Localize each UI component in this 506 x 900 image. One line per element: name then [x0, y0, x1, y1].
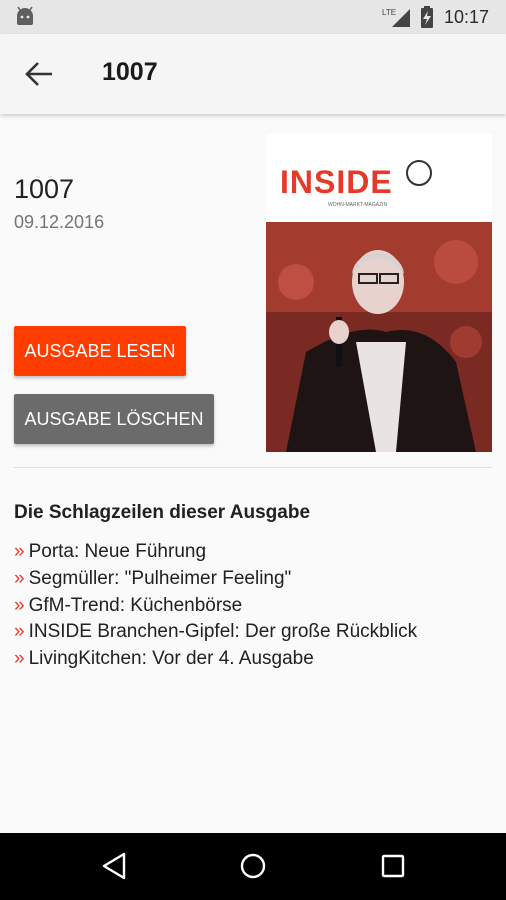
recents-square-icon[interactable]: [378, 851, 408, 881]
arrow-left-icon[interactable]: [24, 60, 54, 88]
bullet-icon: »: [14, 648, 25, 670]
network-label: LTE: [382, 8, 396, 17]
list-item: » GfM-Trend: Küchenbörse: [14, 593, 417, 620]
list-item: » LivingKitchen: Vor der 4. Ausgabe: [14, 646, 417, 673]
delete-issue-button[interactable]: AUSGABE LÖSCHEN: [14, 394, 214, 444]
bullet-icon: »: [14, 621, 25, 643]
cover-subtitle: WOHN-MARKT-MAGAZIN: [328, 202, 388, 208]
list-item: » Porta: Neue Führung: [14, 539, 417, 566]
issue-cover-image[interactable]: INSIDE WOHN-MARKT-MAGAZIN: [266, 134, 492, 452]
list-item: » Segmüller: "Pulheimer Feeling": [14, 566, 417, 593]
battery-charging-icon: [421, 6, 433, 28]
app-bar: 1007: [0, 34, 506, 114]
headline-text: LivingKitchen: Vor der 4. Ausgabe: [28, 648, 314, 670]
headline-text: Porta: Neue Führung: [28, 541, 207, 562]
status-time: 10:17: [444, 7, 490, 27]
issue-title: 1007: [14, 174, 75, 204]
status-bar: LTE 10:17: [0, 0, 506, 34]
headline-text: Segmüller: "Pulheimer Feeling": [28, 567, 292, 589]
headline-text: INSIDE Branchen-Gipfel: Der große Rückbl…: [28, 621, 418, 643]
home-circle-icon[interactable]: [238, 851, 268, 881]
lte-signal-icon: LTE: [382, 8, 410, 27]
headline-text: GfM-Trend: Küchenbörse: [28, 594, 243, 616]
list-item: » INSIDE Branchen-Gipfel: Der große Rückb…: [14, 619, 417, 646]
bullet-icon: »: [14, 594, 25, 616]
divider: [14, 467, 492, 468]
bullet-icon: »: [14, 541, 25, 562]
back-triangle-icon[interactable]: [100, 851, 130, 881]
headlines-heading: Die Schlagzeilen dieser Ausgabe: [14, 502, 311, 523]
cover-header: INSIDE WOHN-MARKT-MAGAZIN: [266, 134, 492, 222]
navigation-bar: [0, 833, 506, 900]
cover-seal-icon: [406, 160, 432, 186]
android-debug-icon: [17, 6, 33, 25]
cover-photo: [266, 222, 492, 452]
issue-detail: 1007 09.12.2016 AUSGABE LESEN AUSGABE LÖ…: [0, 114, 506, 833]
bullet-icon: »: [14, 567, 25, 589]
read-issue-button[interactable]: AUSGABE LESEN: [14, 326, 186, 376]
issue-date: 09.12.2016: [14, 212, 105, 232]
cover-logo: INSIDE: [280, 164, 393, 200]
page-title: 1007: [102, 58, 158, 86]
headlines-list: » Porta: Neue Führung » Segmüller: "Pulhei…: [14, 539, 417, 673]
